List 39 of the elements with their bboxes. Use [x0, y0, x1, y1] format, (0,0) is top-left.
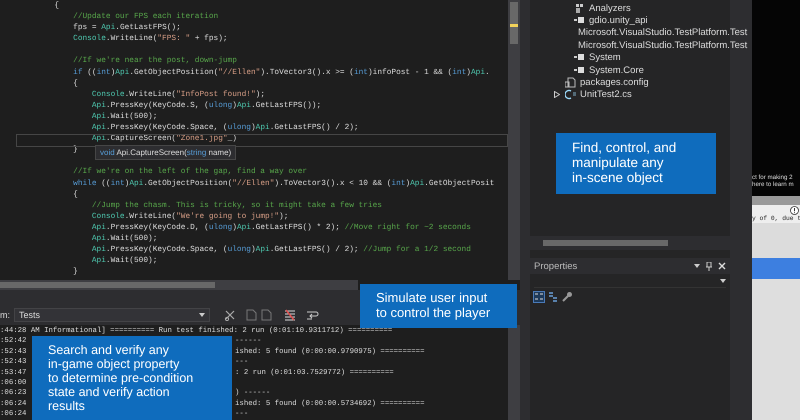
document-icon[interactable] [246, 309, 257, 321]
tree-item[interactable]: Microsoft.VisualStudio.TestPlatform.Test [578, 40, 748, 51]
caret-icon [720, 278, 726, 282]
close-icon[interactable] [718, 262, 726, 270]
signature-tooltip: void Api.CaptureScreen(string name) [95, 145, 236, 160]
output-source-dropdown[interactable]: Tests [14, 308, 210, 322]
alphabetical-icon[interactable] [547, 291, 559, 303]
tree-item[interactable]: Microsoft.VisualStudio.TestPlatform.Test [578, 27, 748, 38]
clear-list-icon[interactable] [284, 309, 296, 321]
toolbar-strip [752, 196, 800, 205]
caret-icon[interactable] [694, 264, 700, 268]
expand-arrow-icon[interactable] [554, 91, 560, 98]
vertical-scrollbar[interactable] [508, 325, 520, 420]
scissors-icon[interactable] [224, 309, 236, 321]
caret-icon [199, 313, 205, 317]
tree-item[interactable]: packages.config [580, 77, 649, 88]
tree-item[interactable]: System.Core [589, 64, 644, 76]
document-icon[interactable] [261, 309, 272, 321]
config-file-icon [565, 77, 576, 88]
vertical-scrollbar[interactable] [508, 0, 520, 280]
list-background [752, 223, 800, 258]
panel-title: Properties [534, 260, 578, 272]
tree-item[interactable]: System [589, 52, 621, 64]
output-source-label: m: [0, 310, 10, 320]
tree-item[interactable]: UnitTest2.cs [580, 89, 632, 100]
word-wrap-icon[interactable] [306, 309, 319, 321]
pin-icon[interactable] [706, 262, 712, 270]
callout-box: Search and verify any in-game object property to determine pre-condition state and verify action results [32, 336, 232, 420]
analyzer-icon [574, 2, 585, 14]
warning-icon [790, 206, 799, 215]
wrench-icon[interactable] [561, 291, 573, 303]
reference-icon [574, 64, 585, 76]
csharp-file-icon [565, 89, 576, 100]
callout-box: Find, control, and manipulate any in-scene object [556, 133, 716, 194]
tree-item[interactable]: Analyzers [589, 2, 631, 14]
categorized-icon[interactable] [533, 291, 545, 303]
horizontal-scrollbar[interactable] [0, 280, 358, 290]
callout-box: Simulate user input to control the player [360, 284, 517, 328]
tree-item[interactable]: gdio.unity_api [589, 15, 648, 26]
